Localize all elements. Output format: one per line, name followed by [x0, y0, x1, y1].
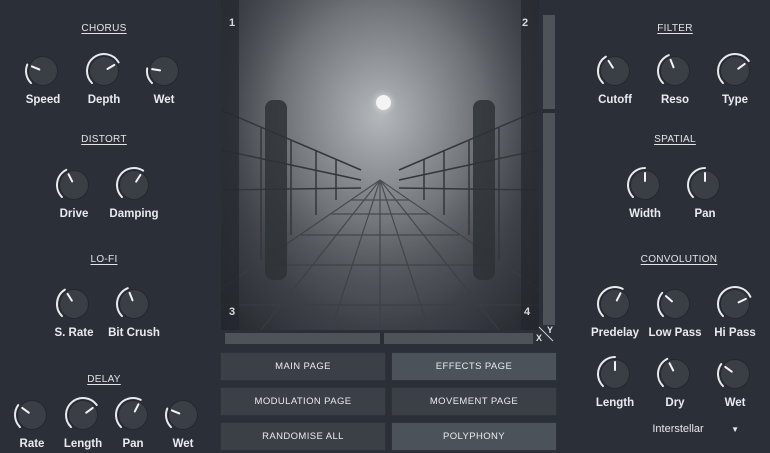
movement-page-button[interactable]: MOVEMENT PAGE — [391, 387, 557, 416]
knob-label: Speed — [25, 94, 61, 106]
convolution-predelay-knob[interactable]: Predelay — [585, 285, 645, 339]
knob-label: Pan — [694, 208, 716, 220]
knob-label: Depth — [87, 94, 121, 106]
delay-section-title: DELAY — [87, 374, 121, 385]
knob-label: Damping — [109, 208, 159, 220]
xy-pad[interactable]: 1 2 3 4 — [221, 0, 539, 330]
y-axis-slider[interactable] — [543, 15, 555, 325]
knob-body — [68, 400, 98, 430]
modulation-page-button[interactable]: MODULATION PAGE — [220, 387, 386, 416]
filter-reso-knob[interactable]: Reso — [645, 52, 705, 106]
chorus-section-title: CHORUS — [81, 23, 127, 34]
knob-body — [59, 170, 89, 200]
knob-body — [720, 56, 750, 86]
knob-body — [168, 400, 198, 430]
chorus-speed-knob[interactable]: Speed — [13, 52, 73, 106]
lofi-section-title: LO-FI — [90, 254, 118, 265]
delay-wet-knob[interactable]: Wet — [153, 396, 213, 450]
knob-label: Bit Crush — [108, 327, 160, 339]
knob-body — [660, 359, 690, 389]
knob-label: Type — [722, 94, 748, 106]
knob-body — [600, 289, 630, 319]
x-slider-thumb[interactable] — [380, 333, 385, 344]
knob-body — [119, 170, 149, 200]
lofi-samplerate-knob[interactable]: S. Rate — [44, 285, 104, 339]
chorus-depth-knob[interactable]: Depth — [74, 52, 134, 106]
knob-label: Wet — [724, 397, 746, 409]
knob-body — [660, 289, 690, 319]
knob-body — [600, 56, 630, 86]
xy-corner-2: 2 — [522, 17, 529, 29]
impulse-preset-select[interactable]: Interstellar ▼ — [615, 420, 745, 438]
distort-damping-knob[interactable]: Damping — [104, 166, 164, 220]
spatial-width-knob[interactable]: Width — [615, 166, 675, 220]
effects-page-button[interactable]: EFFECTS PAGE — [391, 352, 557, 381]
chorus-wet-knob[interactable]: Wet — [134, 52, 194, 106]
chevron-down-icon: ▼ — [731, 424, 739, 434]
y-axis-label: Y — [547, 325, 554, 335]
x-axis-slider[interactable] — [225, 333, 533, 344]
knob-body — [17, 400, 47, 430]
knob-label: Wet — [172, 438, 194, 450]
convolution-dry-knob[interactable]: Dry — [645, 355, 705, 409]
knob-body — [59, 289, 89, 319]
xy-puck[interactable] — [375, 94, 391, 110]
convolution-wet-knob[interactable]: Wet — [705, 355, 765, 409]
knob-label: Reso — [660, 94, 690, 106]
filter-section-title: FILTER — [657, 23, 693, 34]
distort-drive-knob[interactable]: Drive — [44, 166, 104, 220]
knob-label: Drive — [59, 208, 89, 220]
convolution-hipass-knob[interactable]: Hi Pass — [705, 285, 765, 339]
x-axis-label: X — [536, 333, 543, 343]
xy-corner-1: 1 — [229, 17, 236, 29]
xy-pad-background-image — [221, 0, 539, 330]
spatial-pan-knob[interactable]: Pan — [675, 166, 735, 220]
knob-body — [660, 56, 690, 86]
knob-label: Length — [595, 397, 635, 409]
knob-body — [28, 56, 58, 86]
knob-body — [720, 289, 750, 319]
knob-label: Cutoff — [598, 94, 632, 106]
spatial-section-title: SPATIAL — [654, 134, 696, 145]
filter-type-knob[interactable]: Type — [705, 52, 765, 106]
knob-label: Predelay — [591, 327, 639, 339]
xy-corner-3: 3 — [229, 306, 236, 318]
lofi-bitcrush-knob[interactable]: Bit Crush — [104, 285, 164, 339]
polyphony-button[interactable]: POLYPHONY — [391, 422, 557, 451]
knob-label: Wet — [153, 94, 175, 106]
convolution-section-title: CONVOLUTION — [640, 254, 718, 265]
knob-label: Dry — [665, 397, 685, 409]
knob-body — [720, 359, 750, 389]
knob-body — [89, 56, 119, 86]
knob-body — [149, 56, 179, 86]
filter-cutoff-knob[interactable]: Cutoff — [585, 52, 645, 106]
xy-corner-4: 4 — [524, 306, 531, 318]
main-page-button[interactable]: MAIN PAGE — [220, 352, 386, 381]
knob-pointer — [151, 68, 162, 72]
distort-section-title: DISTORT — [81, 134, 127, 145]
convolution-lowpass-knob[interactable]: Low Pass — [645, 285, 705, 339]
randomise-all-button[interactable]: RANDOMISE ALL — [220, 422, 386, 451]
knob-label: Width — [629, 208, 661, 220]
knob-label: Low Pass — [648, 327, 702, 339]
knob-body — [118, 400, 148, 430]
y-slider-thumb[interactable] — [543, 109, 555, 114]
knob-label: S. Rate — [54, 327, 94, 339]
knob-label: Hi Pass — [714, 327, 756, 339]
knob-body — [119, 289, 149, 319]
convolution-length-knob[interactable]: Length — [585, 355, 645, 409]
preset-value: Interstellar — [652, 423, 704, 435]
